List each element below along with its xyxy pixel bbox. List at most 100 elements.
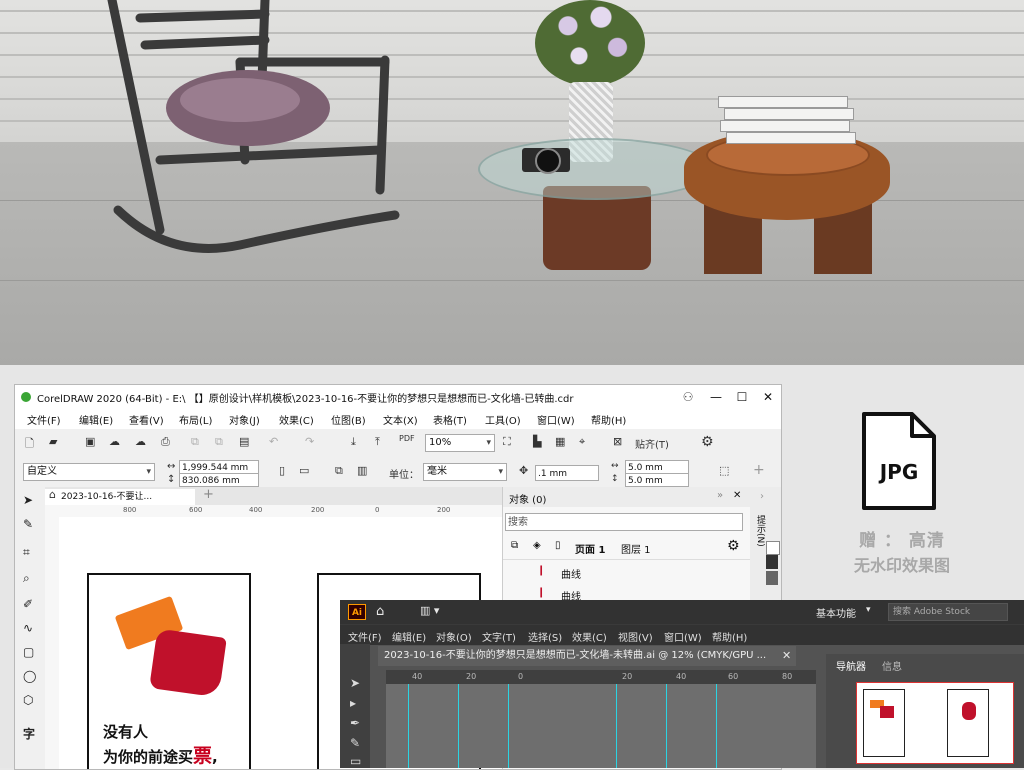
ai-menu-object[interactable]: 对象(O)	[436, 629, 472, 644]
freehand-tool-icon[interactable]: ✐	[23, 597, 33, 611]
info-tab[interactable]: 信息	[882, 658, 902, 673]
swatch-black[interactable]	[766, 555, 778, 569]
swatch-gray[interactable]	[766, 571, 778, 585]
menu-help[interactable]: 帮助(H)	[591, 412, 626, 427]
new-tab-icon[interactable]: +	[203, 487, 214, 502]
ai-document-tab[interactable]: 2023-10-16-不要让你的梦想只是想想而已-文化墙-未转曲.ai @ 12…	[378, 646, 796, 666]
cut-icon[interactable]: ⧉	[191, 435, 199, 449]
page-height-field[interactable]: 830.086 mm	[179, 473, 259, 487]
crop-tool-icon[interactable]: ⌗	[23, 545, 30, 560]
text-tool-icon[interactable]: 字	[23, 725, 35, 742]
menu-view[interactable]: 查看(V)	[129, 412, 164, 427]
layers-icon[interactable]: ◈	[533, 540, 541, 551]
guide-line[interactable]	[666, 684, 667, 768]
selection-tool-icon[interactable]: ➤	[350, 676, 360, 690]
menu-bitmaps[interactable]: 位图(B)	[331, 412, 366, 427]
menu-text[interactable]: 文本(X)	[383, 412, 418, 427]
grid-icon[interactable]: ▦	[555, 435, 565, 448]
units-dropdown[interactable]: 毫米	[423, 463, 507, 481]
object-row[interactable]: ❙ 曲线	[503, 563, 751, 583]
snap-to-dropdown[interactable]: 贴齐(T)	[635, 436, 669, 451]
menu-effects[interactable]: 效果(C)	[279, 412, 314, 427]
zoom-level-dropdown[interactable]: 10%	[425, 434, 495, 452]
zoom-tool-icon[interactable]: ⌕	[23, 571, 30, 586]
ai-menu-effect[interactable]: 效果(C)	[572, 629, 607, 644]
guide-line[interactable]	[616, 684, 617, 768]
page-width-field[interactable]: 1,999.544 mm	[179, 460, 259, 474]
guide-line[interactable]	[716, 684, 717, 768]
snap-icon[interactable]: ⊠	[613, 435, 622, 448]
document-tab[interactable]: 2023-10-16-不要让...	[45, 489, 195, 505]
ai-menu-file[interactable]: 文件(F)	[348, 629, 382, 644]
ai-artboard-area[interactable]	[386, 684, 816, 768]
layer-manager-icon[interactable]: ⧉	[511, 540, 518, 551]
minimize-button[interactable]: —	[705, 388, 727, 406]
workspace-switcher[interactable]: 基本功能	[816, 605, 856, 620]
options-gear-icon[interactable]: ⚙	[701, 434, 714, 450]
adobe-stock-search-input[interactable]: 搜索 Adobe Stock	[888, 603, 1008, 621]
ai-menu-window[interactable]: 窗口(W)	[664, 629, 702, 644]
paste-icon[interactable]: ▤	[239, 435, 249, 448]
docker-settings-gear-icon[interactable]: ⚙	[727, 538, 740, 554]
export-icon[interactable]: ⤒	[375, 435, 380, 449]
ai-menu-edit[interactable]: 编辑(E)	[392, 629, 426, 644]
shape-tool-icon[interactable]: ✎	[23, 517, 33, 531]
home-icon[interactable]: ⌂	[49, 488, 56, 501]
side-scroll-icon[interactable]: ›	[760, 491, 764, 502]
duplicate-y-field[interactable]: 5.0 mm	[625, 473, 689, 487]
navigator-tab[interactable]: 导航器	[836, 658, 866, 673]
guide-line[interactable]	[408, 684, 409, 768]
docker-menu-icon[interactable]: »	[717, 490, 723, 501]
page-frame-icon[interactable]: ⬚	[719, 464, 729, 477]
save-icon[interactable]: ▣	[85, 435, 95, 448]
rulers-icon[interactable]: ▙	[533, 435, 541, 448]
new-document-icon[interactable]: 🗋	[25, 435, 34, 454]
ai-menu-select[interactable]: 选择(S)	[528, 629, 562, 644]
redo-icon[interactable]: ↷	[305, 435, 314, 448]
ai-menu-view[interactable]: 视图(V)	[618, 629, 653, 644]
workspace-chevron-icon[interactable]: ▾	[866, 605, 871, 615]
menu-tools[interactable]: 工具(O)	[485, 412, 521, 427]
print-icon[interactable]: ⎙	[161, 435, 170, 449]
open-icon[interactable]: ▰	[49, 435, 57, 448]
guide-line[interactable]	[508, 684, 509, 768]
objects-search-input[interactable]: 搜索	[505, 513, 743, 531]
poster-artwork[interactable]: 没有人 为你的前途买票,	[87, 573, 251, 769]
direct-selection-tool-icon[interactable]: ▸	[350, 696, 356, 710]
docker-close-icon[interactable]: ✕	[733, 490, 741, 501]
cloud-download-icon[interactable]: ☁	[135, 435, 146, 448]
ellipse-tool-icon[interactable]: ◯	[23, 669, 36, 683]
menu-window[interactable]: 窗口(W)	[537, 412, 575, 427]
pick-tool-icon[interactable]: ➤	[23, 493, 33, 507]
menu-file[interactable]: 文件(F)	[27, 412, 61, 427]
nudge-distance-field[interactable]: .1 mm	[535, 465, 599, 481]
arrange-documents-icon[interactable]: ▥ ▾	[420, 604, 439, 617]
current-page-icon[interactable]: ▥	[357, 464, 367, 477]
ai-menu-help[interactable]: 帮助(H)	[712, 629, 747, 644]
guidelines-icon[interactable]: ⌖	[579, 435, 585, 449]
portrait-icon[interactable]: ▯	[279, 464, 285, 477]
rectangle-tool-icon[interactable]: ▢	[23, 645, 34, 659]
pdf-icon[interactable]: PDF	[399, 434, 415, 443]
account-icon[interactable]: ⚇	[677, 388, 699, 406]
cloud-upload-icon[interactable]: ☁	[109, 435, 120, 448]
add-icon[interactable]: +	[753, 462, 765, 478]
pen-tool-icon[interactable]: ✒	[350, 716, 360, 730]
import-icon[interactable]: ⤓	[351, 435, 356, 449]
ai-close-tab-icon[interactable]: ✕	[782, 649, 791, 662]
copy-icon[interactable]: ⧉	[215, 435, 223, 449]
menu-layout[interactable]: 布局(L)	[179, 412, 212, 427]
landscape-icon[interactable]: ▭	[299, 464, 309, 477]
page-size-preset-dropdown[interactable]: 自定义	[23, 463, 155, 481]
artistic-media-icon[interactable]: ∿	[23, 621, 33, 635]
curvature-tool-icon[interactable]: ✎	[350, 736, 360, 750]
menu-table[interactable]: 表格(T)	[433, 412, 467, 427]
full-screen-icon[interactable]: ⛶	[503, 435, 511, 449]
guide-line[interactable]	[458, 684, 459, 768]
navigator-preview[interactable]	[856, 682, 1014, 764]
menu-edit[interactable]: 编辑(E)	[79, 412, 113, 427]
duplicate-x-field[interactable]: 5.0 mm	[625, 460, 689, 474]
maximize-button[interactable]: ☐	[731, 388, 753, 406]
all-pages-icon[interactable]: ⧉	[335, 464, 343, 478]
close-button[interactable]: ✕	[757, 388, 779, 406]
